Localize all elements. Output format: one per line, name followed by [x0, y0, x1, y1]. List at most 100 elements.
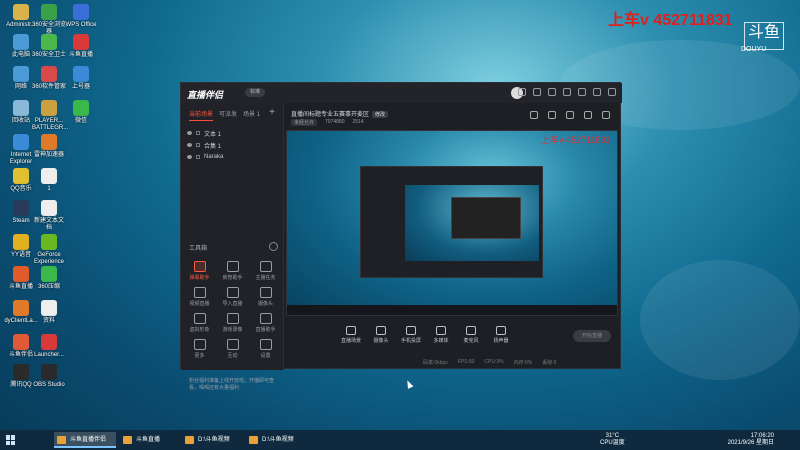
gift-icon[interactable]	[533, 88, 541, 96]
desktop-icon[interactable]: 360安全卫士	[32, 34, 66, 59]
tab-scene-1[interactable]: 场景 1	[243, 109, 260, 121]
app-title-bar[interactable]: 直播伴侣 标准	[181, 83, 622, 103]
desktop-icon-label: 资料	[42, 318, 55, 324]
app-icon	[41, 66, 57, 82]
desktop-icon[interactable]: Launcher...	[32, 334, 66, 359]
taskbar-item[interactable]: 斗鱼直播伴侣	[54, 432, 116, 448]
desktop-icon[interactable]: 360压缩	[32, 266, 66, 291]
category-chip[interactable]: 未经允许	[291, 119, 318, 126]
tool-icon	[226, 287, 239, 298]
start-live-button[interactable]: 开始直播	[573, 330, 611, 342]
source-item[interactable]: 合集 1	[181, 139, 283, 151]
toolbox-title: 工具箱	[189, 246, 208, 252]
desktop-icon[interactable]: 360软件管家	[32, 66, 66, 91]
desktop-icon[interactable]: PLAYER... BATTLEGR...	[32, 100, 69, 132]
speaker-button[interactable]: 扬声器	[491, 326, 511, 344]
camera-button[interactable]: 摄像头	[371, 326, 391, 344]
bell-icon[interactable]	[584, 111, 592, 119]
desktop-icon-label: 360安全卫士	[32, 52, 67, 58]
app-icon	[41, 300, 57, 316]
source-item[interactable]: Naraka	[181, 151, 283, 163]
tool-button[interactable]: 互动	[216, 339, 249, 359]
skin-icon[interactable]	[548, 88, 556, 96]
desktop-icon[interactable]: 1	[32, 168, 66, 193]
message-icon[interactable]	[518, 88, 526, 96]
control-label: 扬声器	[493, 338, 509, 344]
app-icon	[41, 266, 57, 282]
desktop-icon[interactable]: 斗鱼直播	[64, 34, 98, 59]
desktop-icon[interactable]: 新建文本文档	[32, 200, 66, 232]
tool-label: 更多	[194, 353, 205, 359]
desktop-icon[interactable]: 上号器	[64, 66, 98, 91]
tool-button[interactable]: 摄像头	[249, 287, 282, 307]
clock-date: 2021/9/26 星期日	[727, 440, 774, 446]
stream-preview[interactable]	[286, 130, 618, 316]
notice-bar[interactable]: 粉丝福利准备上线开放啦，开播即可查看，喝喝还有大量福利	[189, 377, 283, 391]
record-icon[interactable]	[548, 111, 556, 119]
lock-icon[interactable]	[196, 143, 200, 147]
weather-widget[interactable]: 31°C CPU温度	[600, 433, 625, 447]
lock-icon[interactable]	[196, 131, 200, 135]
desktop-icon-label: 新建文本文档	[33, 218, 64, 231]
share-icon[interactable]	[602, 111, 610, 119]
lock-icon[interactable]	[196, 155, 200, 159]
desktop-icon[interactable]: GeForce Experience	[32, 234, 66, 266]
desktop-icon[interactable]: 雷神加速器	[32, 134, 66, 159]
tool-button[interactable]: 房管助手	[216, 261, 249, 281]
minimize-icon[interactable]	[578, 88, 586, 96]
wave-highlight	[640, 260, 800, 380]
menu-icon[interactable]	[563, 88, 571, 96]
scene-button[interactable]: 直播场景	[341, 326, 361, 344]
watermark-text-small: 上车v 452711831	[541, 135, 611, 145]
stat-item: 丢帧:0	[542, 360, 557, 366]
desktop-icon-label: PLAYER... BATTLEGR...	[32, 118, 69, 131]
taskbar-item[interactable]: 斗鱼直播	[120, 432, 176, 448]
desktop-icon[interactable]: 360安全浏览器	[32, 4, 66, 36]
taskbar-item[interactable]: D:\斗鱼视频	[182, 432, 242, 448]
tool-button[interactable]: 设置	[249, 339, 282, 359]
room-title: 直播间标题专业五赛事开麦区	[291, 112, 370, 118]
tool-button[interactable]: 导入直播	[216, 287, 249, 307]
desktop-icon-label: GeForce Experience	[33, 252, 65, 265]
system-clock[interactable]: 17:06:20 2021/9/26 星期日	[728, 433, 774, 447]
tool-button[interactable]: 视频直播	[183, 287, 216, 307]
maximize-icon[interactable]	[593, 88, 601, 96]
desktop-icon[interactable]: WPS Office	[64, 4, 98, 29]
tab-dispatch[interactable]: 可派发	[219, 109, 237, 121]
edit-title-button[interactable]: 修改	[372, 111, 389, 118]
eye-icon[interactable]	[187, 143, 192, 147]
phone-cast-button[interactable]: 手机投屏	[401, 326, 421, 344]
app-icon	[13, 100, 29, 116]
toolbox-toggle-icon[interactable]	[269, 242, 278, 251]
streaming-app-window[interactable]: 直播伴侣 标准 当前场景 可派发 场景 1 + 文本 1 合集 1 Naraka…	[180, 82, 622, 391]
tool-label: 弹幕助手	[189, 275, 210, 281]
add-scene-icon[interactable]: +	[269, 107, 275, 118]
close-icon[interactable]	[608, 88, 616, 96]
desktop-icon[interactable]: 微信	[64, 100, 98, 125]
tool-button[interactable]: 游戏录像	[216, 313, 249, 333]
desktop-icon[interactable]: OBS Studio	[32, 364, 66, 389]
tool-button[interactable]: 虚拟形象	[183, 313, 216, 333]
app-icon	[13, 134, 29, 150]
lock-icon[interactable]	[566, 111, 574, 119]
tool-icon	[259, 261, 272, 272]
left-panel: 当前场景 可派发 场景 1 + 文本 1 合集 1 Naraka 工具箱 弹幕助…	[181, 103, 284, 391]
tab-current-scene[interactable]: 当前场景	[189, 109, 214, 121]
media-button[interactable]: 多媒体	[431, 326, 451, 344]
control-label: 直播场景	[341, 338, 362, 344]
layout-icon[interactable]	[530, 111, 538, 119]
taskbar-item[interactable]: D:\斗鱼视频	[246, 432, 306, 448]
microphone-button[interactable]: 麦克风	[461, 326, 481, 344]
desktop-icon[interactable]: 资料	[32, 300, 66, 325]
tool-button[interactable]: 直播助手	[249, 313, 282, 333]
source-item[interactable]: 文本 1	[181, 127, 283, 139]
app-icon	[41, 200, 57, 216]
camera-icon	[376, 326, 386, 335]
version-badge[interactable]: 标准	[245, 88, 265, 97]
start-menu-icon[interactable]	[6, 435, 16, 445]
tool-button[interactable]: 更多	[183, 339, 216, 359]
tool-button[interactable]: 弹幕助手	[183, 261, 216, 281]
tool-button[interactable]: 主播任务	[249, 261, 282, 281]
eye-icon[interactable]	[187, 131, 192, 135]
eye-icon[interactable]	[187, 155, 192, 159]
